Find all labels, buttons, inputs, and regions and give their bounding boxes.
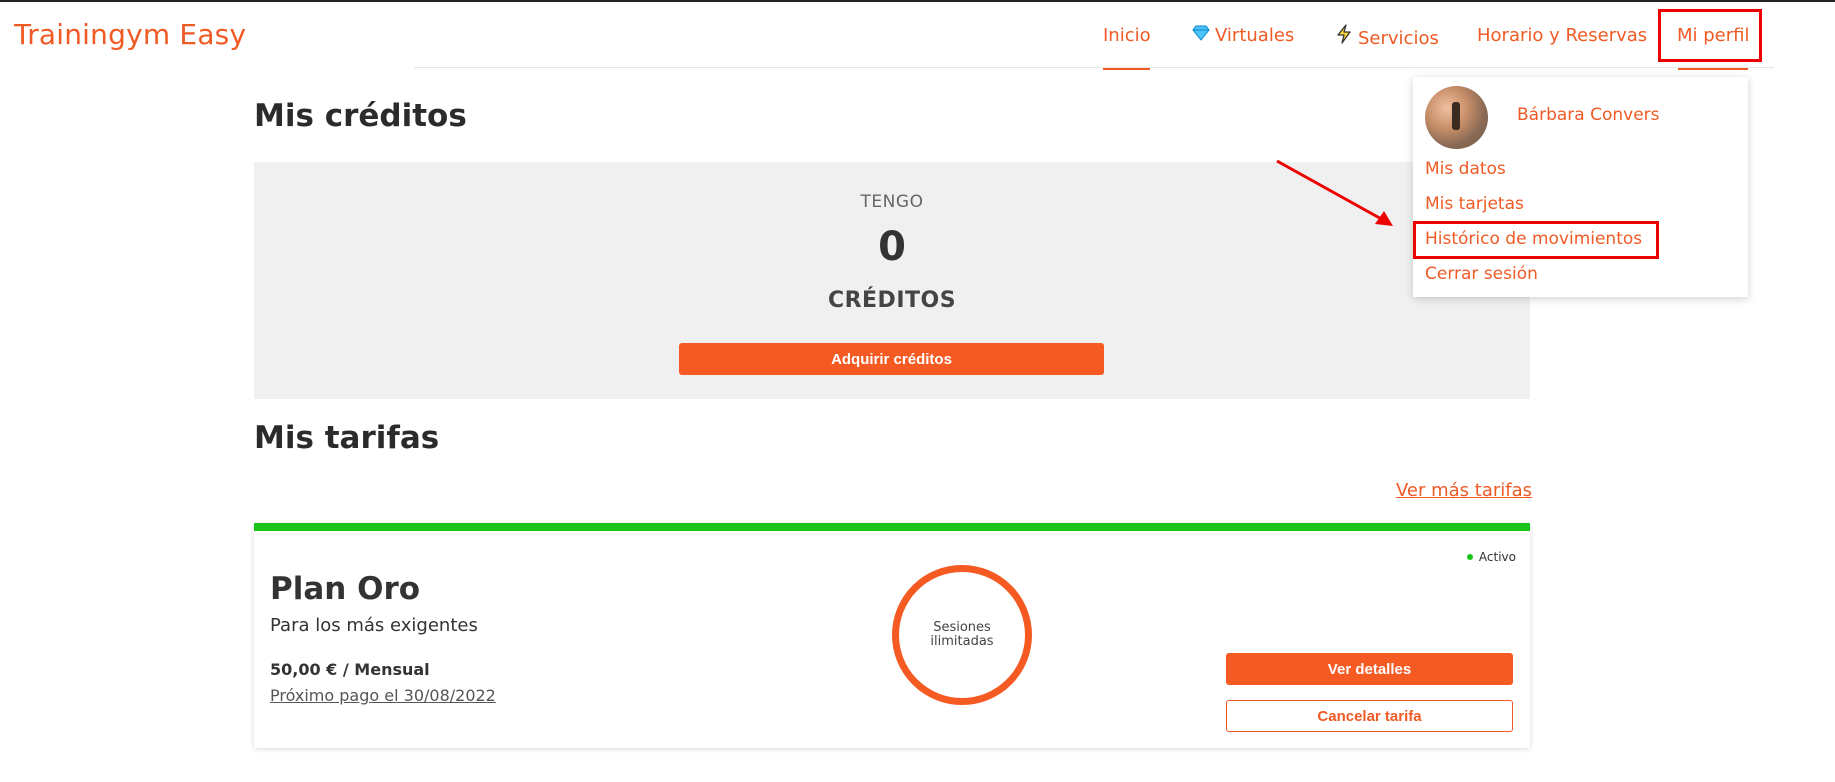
next-payment-link[interactable]: Próximo pago el 30/08/2022 <box>270 686 496 705</box>
nav-item-label: Virtuales <box>1215 25 1295 46</box>
acquire-credits-button[interactable]: Adquirir créditos <box>679 343 1104 375</box>
active-tab-indicator <box>1103 68 1150 70</box>
plan-price: 50,00 € / Mensual <box>270 660 430 679</box>
lightning-icon <box>1333 24 1355 51</box>
credits-heading: Mis créditos <box>254 98 467 134</box>
plan-subtitle: Para los más exigentes <box>270 615 478 636</box>
tarifas-heading: Mis tarifas <box>254 420 440 456</box>
profile-tab-indicator <box>1678 68 1748 70</box>
profile-dropdown-menu: Bárbara Convers Mis datos Mis tarjetas H… <box>1413 77 1748 297</box>
credits-panel: TENGO 0 CRÉDITOS Adquirir créditos <box>254 162 1530 399</box>
annotation-highlight-historico <box>1413 221 1659 259</box>
menu-item-cerrar-sesion[interactable]: Cerrar sesión <box>1425 264 1538 284</box>
view-details-button[interactable]: Ver detalles <box>1226 653 1513 685</box>
credits-unit-label: CRÉDITOS <box>827 288 957 313</box>
menu-item-mis-tarjetas[interactable]: Mis tarjetas <box>1425 194 1524 214</box>
credits-value: 0 <box>878 224 906 270</box>
nav-item-label: Inicio <box>1103 25 1151 46</box>
credits-tengo-label: TENGO <box>860 192 924 212</box>
more-tarifas-link[interactable]: Ver más tarifas <box>1396 480 1532 501</box>
avatar <box>1425 86 1488 149</box>
brand-logo[interactable]: Trainingym Easy <box>14 18 246 51</box>
nav-item-inicio[interactable]: Inicio <box>1103 24 1151 48</box>
sessions-circle: Sesiones ilimitadas <box>892 565 1032 705</box>
user-name[interactable]: Bárbara Convers <box>1517 105 1660 125</box>
plan-card: Activo Plan Oro Para los más exigentes 5… <box>254 523 1530 748</box>
nav-item-virtuales[interactable]: Virtuales <box>1190 24 1294 48</box>
diamond-icon <box>1190 24 1212 48</box>
status-label: Activo <box>1478 550 1516 564</box>
sessions-line-1: Sesiones <box>933 620 991 635</box>
top-navbar: Trainingym Easy Inicio Virtuales Servici… <box>0 2 1835 70</box>
menu-item-mis-datos[interactable]: Mis datos <box>1425 159 1506 179</box>
status-dot-icon <box>1466 554 1473 560</box>
nav-item-label: Servicios <box>1358 28 1439 49</box>
nav-item-horario-reservas[interactable]: Horario y Reservas <box>1477 24 1647 48</box>
plan-active-bar <box>254 523 1530 531</box>
nav-item-servicios[interactable]: Servicios <box>1333 24 1439 51</box>
status-badge: Activo <box>1466 550 1516 564</box>
cancel-tarifa-button[interactable]: Cancelar tarifa <box>1226 700 1513 732</box>
nav-item-label: Horario y Reservas <box>1477 25 1648 46</box>
plan-name: Plan Oro <box>270 571 421 607</box>
nav-divider <box>414 67 1774 68</box>
annotation-highlight-mi-perfil <box>1658 9 1762 62</box>
sessions-line-2: ilimitadas <box>930 634 994 649</box>
